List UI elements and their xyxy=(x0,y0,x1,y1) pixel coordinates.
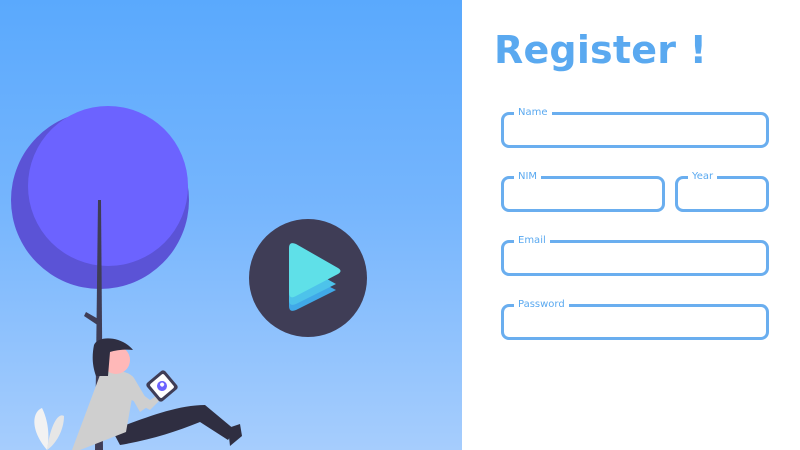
password-input[interactable] xyxy=(504,307,766,337)
email-field[interactable]: Email xyxy=(501,234,769,276)
register-form-panel: Register ! Name NIM Year Email Password xyxy=(462,0,800,450)
play-icon[interactable] xyxy=(249,219,367,337)
name-field[interactable]: Name xyxy=(501,106,769,148)
password-field[interactable]: Password xyxy=(501,298,769,340)
plant-icon xyxy=(34,408,64,450)
nim-field[interactable]: NIM xyxy=(501,170,665,212)
email-input[interactable] xyxy=(504,243,766,273)
person-icon xyxy=(72,338,242,450)
year-input[interactable] xyxy=(678,179,766,209)
hero-illustration-panel xyxy=(0,0,462,450)
year-field[interactable]: Year xyxy=(675,170,769,212)
name-input[interactable] xyxy=(504,115,766,145)
nim-input[interactable] xyxy=(504,179,662,209)
form-title: Register ! xyxy=(494,28,708,72)
hero-illustration xyxy=(11,106,367,450)
